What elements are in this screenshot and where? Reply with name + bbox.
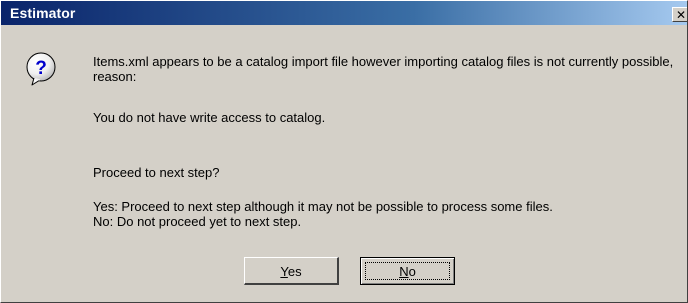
no-button[interactable]: No [360, 257, 455, 285]
title-bar[interactable]: Estimator ✕ [1, 1, 687, 25]
message-no-explanation: No: Do not proceed yet to next step. [93, 214, 302, 229]
dialog-window: Estimator ✕ ? Items.xml appears to be a … [0, 0, 688, 303]
message-reason: Items.xml appears to be a catalog import… [93, 54, 674, 84]
svg-text:?: ? [35, 58, 47, 79]
message-question: Proceed to next step? [93, 165, 220, 180]
close-icon: ✕ [676, 8, 687, 22]
window-title: Estimator [10, 5, 76, 21]
no-button-label: No [399, 264, 416, 279]
message-access: You do not have write access to catalog. [93, 110, 326, 125]
close-button[interactable]: ✕ [672, 7, 687, 22]
question-icon: ? [26, 52, 56, 86]
yes-button[interactable]: Yes [244, 257, 339, 285]
yes-button-label: Yes [280, 264, 302, 279]
message-yes-explanation: Yes: Proceed to next step although it ma… [93, 199, 553, 214]
